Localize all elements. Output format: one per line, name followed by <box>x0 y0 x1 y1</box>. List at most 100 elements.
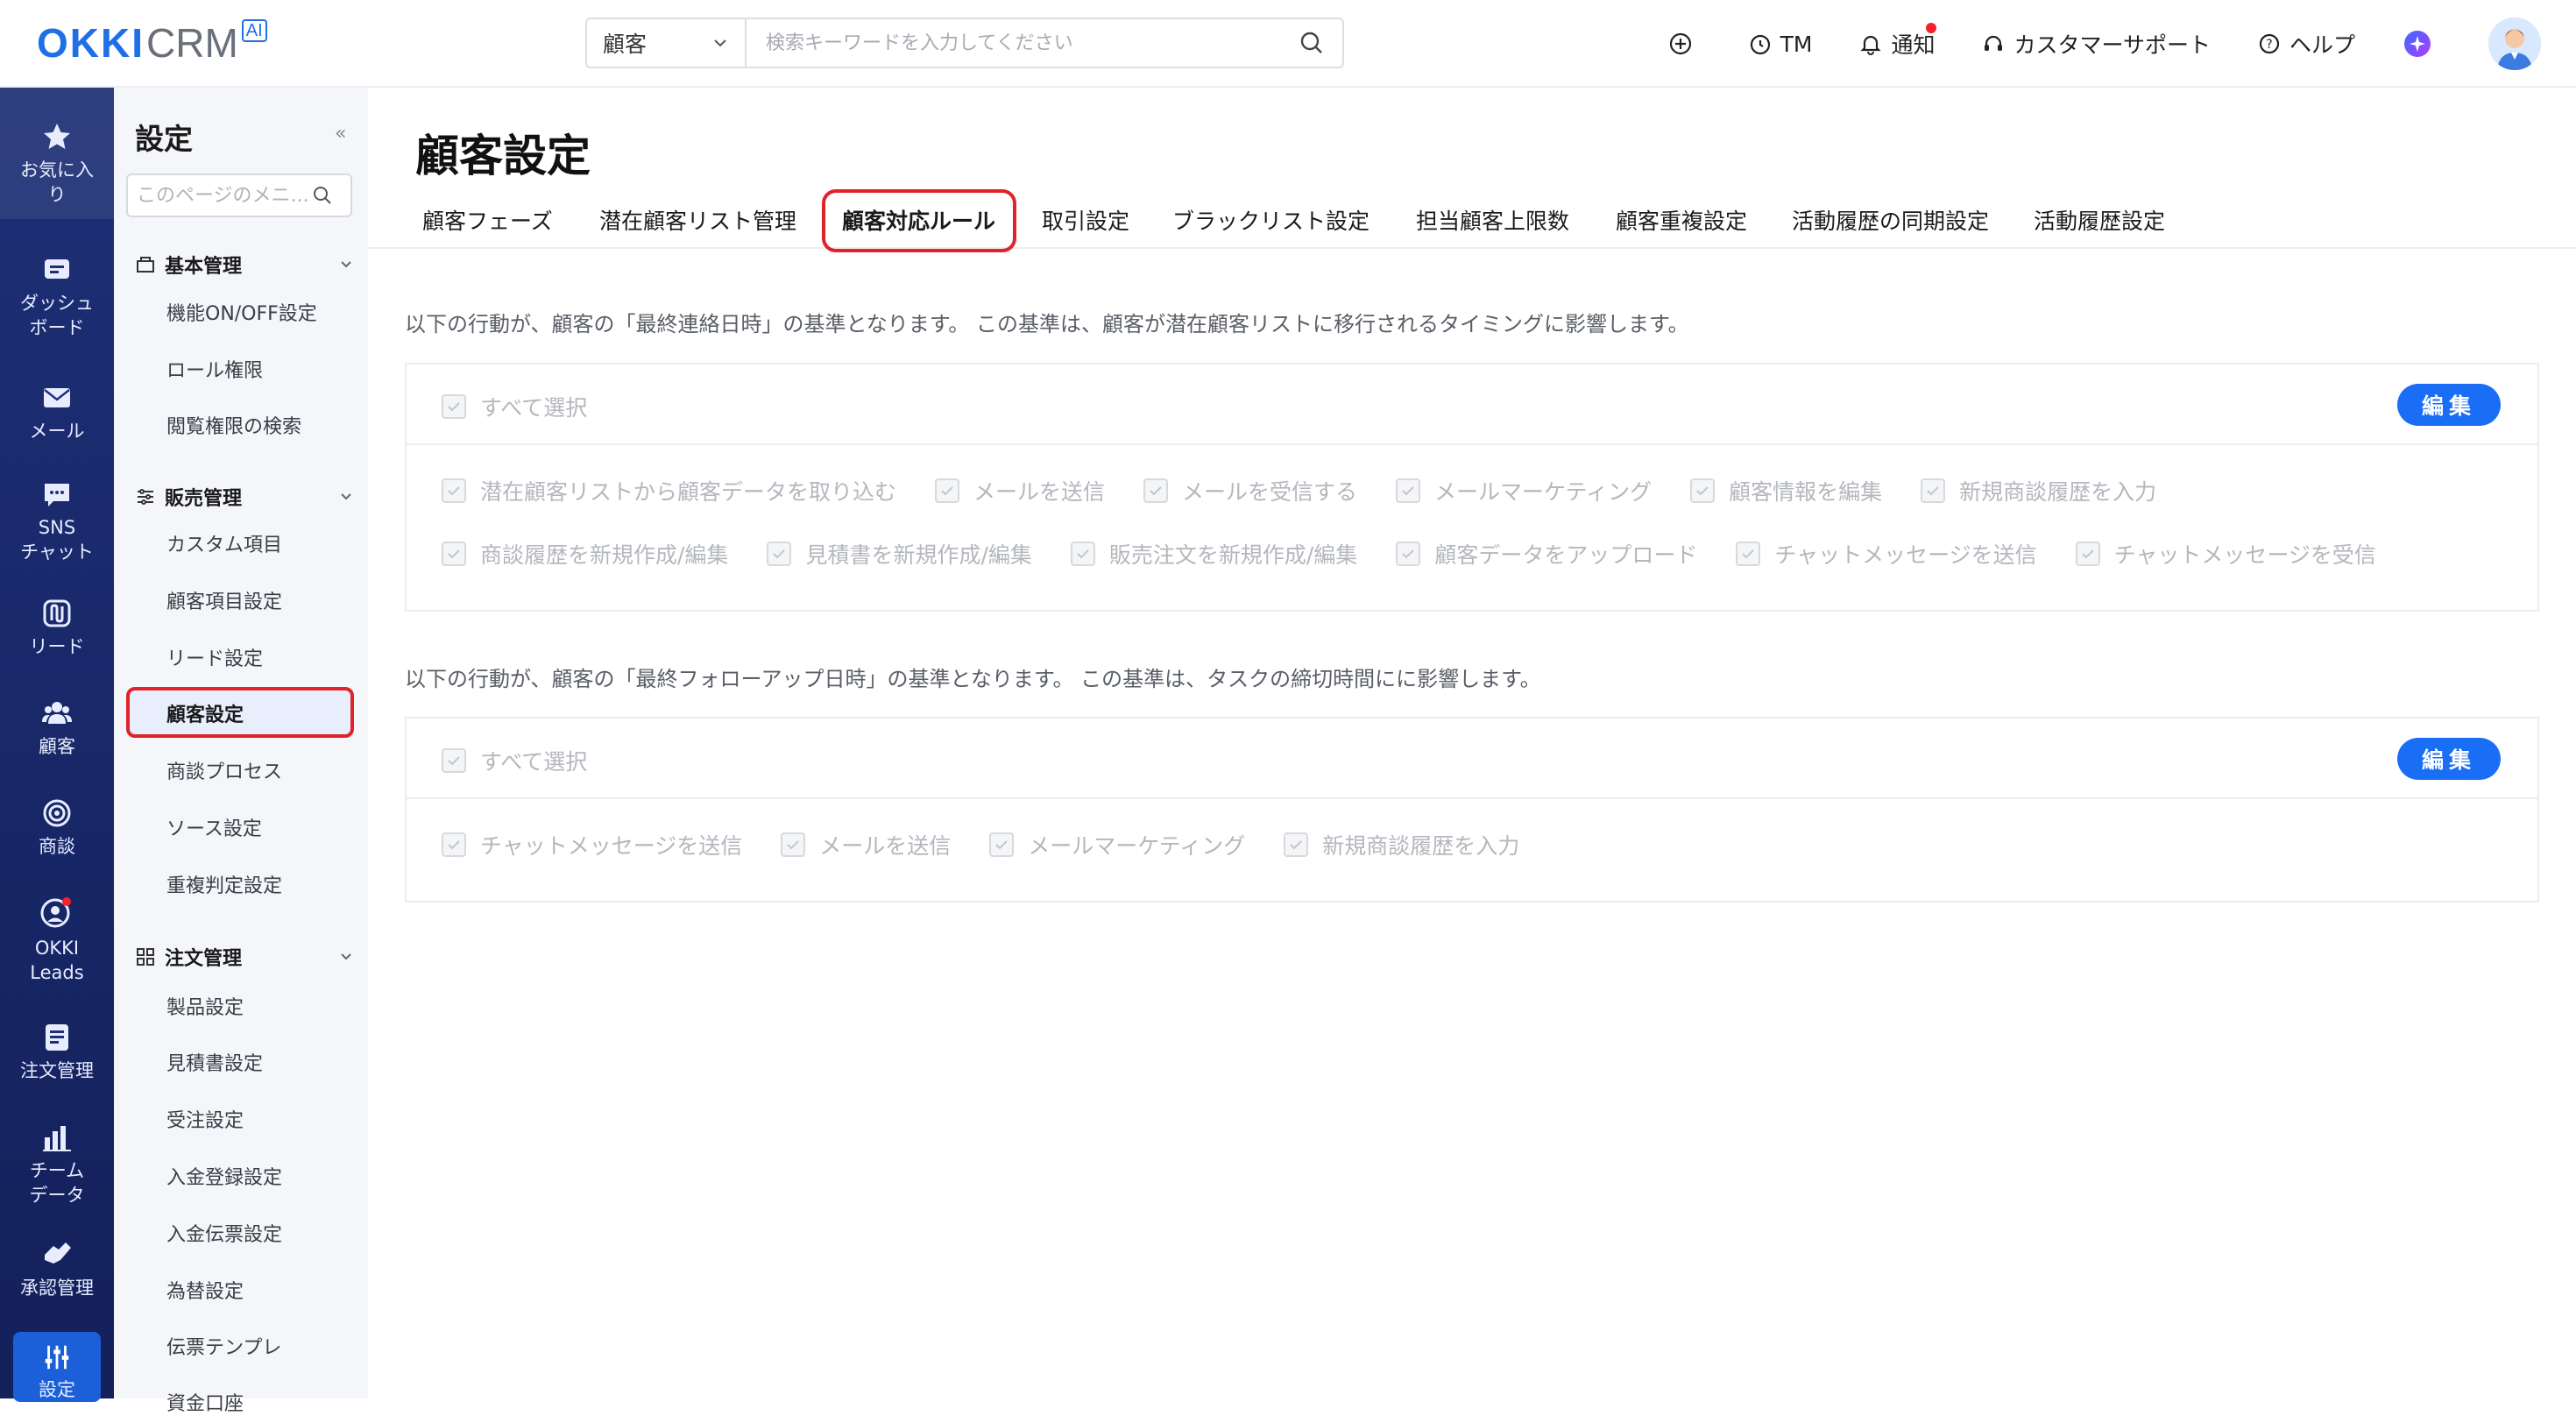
collapse-sidebar-icon[interactable]: « <box>335 123 346 145</box>
search-input[interactable] <box>747 19 1281 67</box>
sidebar-item-lead-settings[interactable]: リード設定 <box>166 643 263 671</box>
ai-assistant-button[interactable] <box>2403 29 2441 59</box>
section2-select-all-label: すべて選択 <box>480 749 588 775</box>
add-button[interactable] <box>1668 32 1702 56</box>
tab-customer-rules[interactable]: 顧客対応ルール <box>842 191 995 249</box>
sidebar-item-customer-settings[interactable]: 顧客設定 <box>166 699 244 727</box>
tab-customer-phase[interactable]: 顧客フェーズ <box>422 191 553 249</box>
nav-leads-label: リード <box>29 636 85 657</box>
sidebar-group-orders[interactable]: 注文管理 <box>135 943 354 971</box>
sidebar-item-role-permissions[interactable]: ロール権限 <box>166 355 263 383</box>
search-button[interactable] <box>1281 19 1342 67</box>
checkbox-edit-customer[interactable]: 顧客情報を編集 <box>1690 475 1882 506</box>
okki-crm-logo[interactable]: OKKI CRM AI <box>37 19 267 68</box>
sidebar-item-source-settings[interactable]: ソース設定 <box>166 813 262 841</box>
checkbox-quote-edit[interactable]: 見積書を新規作成/編集 <box>767 538 1032 570</box>
left-nav: お気に入 り ダッシュ ボード メール SNS チャット リード 顧客 商談 O… <box>0 88 114 1402</box>
checkbox-mail-marketing[interactable]: メールマーケティング <box>989 829 1245 860</box>
checkbox-disabled <box>442 542 466 566</box>
sidebar-item-slip-template[interactable]: 伝票テンプレ <box>166 1332 281 1360</box>
checkbox-deal-history-edit[interactable]: 商談履歴を新規作成/編集 <box>442 538 728 570</box>
checkbox-send-mail[interactable]: メールを送信 <box>935 475 1105 506</box>
checkbox-label: 潜在顧客リストから顧客データを取り込む <box>480 479 897 505</box>
section2-panel: すべて選択 編集 チャットメッセージを送信 メールを送信 メールマーケティング … <box>405 717 2539 903</box>
sidebar-item-custom-fields[interactable]: カスタム項目 <box>166 529 282 557</box>
notification-button[interactable]: 通知 <box>1859 23 1937 60</box>
nav-okki-leads[interactable]: OKKI Leads <box>0 896 114 985</box>
sidebar-item-duplicate-check[interactable]: 重複判定設定 <box>166 870 282 898</box>
nav-mail[interactable]: メール <box>0 382 114 443</box>
checkbox-label: 見積書を新規作成/編集 <box>805 542 1032 568</box>
nav-leads[interactable]: リード <box>0 598 114 659</box>
section1-description: 以下の行動が、顧客の「最終連絡日時」の基準となります。 この基準は、顧客が潜在顧… <box>405 312 1689 336</box>
checkbox-upload-customer[interactable]: 顧客データをアップロード <box>1396 538 1697 570</box>
sidebar-item-feature-toggle[interactable]: 機能ON/OFF設定 <box>166 298 317 326</box>
section1-edit-button[interactable]: 編集 <box>2397 384 2501 426</box>
checkbox-send-chat[interactable]: チャットメッセージを送信 <box>1736 538 2037 570</box>
logo-okki-text: OKKI <box>37 20 145 66</box>
checkbox-new-deal-history[interactable]: 新規商談履歴を入力 <box>1284 829 1519 860</box>
checkbox-new-deal-history[interactable]: 新規商談履歴を入力 <box>1921 475 2156 506</box>
checkbox-label: 商談履歴を新規作成/編集 <box>480 542 729 568</box>
nav-team-data[interactable]: チーム データ <box>0 1122 114 1207</box>
sidebar-item-quote-settings[interactable]: 見積書設定 <box>166 1048 263 1076</box>
nav-approval[interactable]: 承認管理 <box>0 1239 114 1300</box>
sidebar-item-order-settings[interactable]: 受注設定 <box>166 1105 244 1133</box>
checkbox-disabled <box>1284 832 1309 857</box>
section2-select-all[interactable]: すべて選択 <box>442 745 587 776</box>
sidebar-item-customer-fields[interactable]: 顧客項目設定 <box>166 586 282 614</box>
support-button[interactable]: カスタマーサポート <box>1982 28 2211 60</box>
chevron-down-icon <box>341 493 351 500</box>
checkbox-receive-mail[interactable]: メールを受信する <box>1143 475 1357 506</box>
sidebar-search-input[interactable] <box>137 184 312 207</box>
checkbox-mail-marketing[interactable]: メールマーケティング <box>1396 475 1652 506</box>
tab-transaction-settings[interactable]: 取引設定 <box>1042 191 1129 249</box>
sidebar-item-payment-slip[interactable]: 入金伝票設定 <box>166 1219 282 1247</box>
chart-icon <box>43 1126 71 1151</box>
checkbox-receive-chat[interactable]: チャットメッセージを受信 <box>2075 538 2376 570</box>
search-icon <box>1300 32 1322 53</box>
nav-deals[interactable]: 商談 <box>0 797 114 859</box>
section1-select-all[interactable]: すべて選択 <box>442 391 587 422</box>
sidebar-item-exchange-rate[interactable]: 為替設定 <box>166 1276 244 1304</box>
sliders-icon <box>138 489 153 505</box>
checkbox-label: メールマーケティング <box>1434 479 1652 505</box>
tm-button[interactable]: TM <box>1749 32 1812 57</box>
checkbox-sales-order-edit[interactable]: 販売注文を新規作成/編集 <box>1070 538 1357 570</box>
nav-customers[interactable]: 顧客 <box>0 697 114 759</box>
checkbox-import-potential[interactable]: 潜在顧客リストから顧客データを取り込む <box>442 475 896 506</box>
tab-activity-settings[interactable]: 活動履歴設定 <box>2034 191 2165 249</box>
nav-dashboard[interactable]: ダッシュ ボード <box>0 254 114 340</box>
help-button[interactable]: ? ヘルプ <box>2258 28 2355 60</box>
section1-row2: 商談履歴を新規作成/編集 見積書を新規作成/編集 販売注文を新規作成/編集 顧客… <box>442 538 2415 570</box>
sidebar-item-payment-registration[interactable]: 入金登録設定 <box>166 1162 282 1190</box>
section1-header: すべて選択 編集 <box>407 365 2537 445</box>
tab-potential-list[interactable]: 潜在顧客リスト管理 <box>599 191 796 249</box>
nav-favorites[interactable]: お気に入 り <box>0 88 114 219</box>
checkbox-label: 顧客情報を編集 <box>1729 479 1883 505</box>
sidebar-item-deal-process[interactable]: 商談プロセス <box>166 756 282 784</box>
checkbox-disabled <box>442 478 466 503</box>
nav-sns-chat[interactable]: SNS チャット <box>0 478 114 564</box>
sidebar-item-product-settings[interactable]: 製品設定 <box>166 992 244 1020</box>
sidebar-item-fund-account[interactable]: 資金口座 <box>166 1388 244 1416</box>
search-icon[interactable] <box>312 185 333 206</box>
nav-settings[interactable]: 設定 <box>13 1332 101 1402</box>
section2-edit-button[interactable]: 編集 <box>2397 738 2501 780</box>
sidebar-group-orders-label: 注文管理 <box>165 948 243 970</box>
tab-duplicate-settings[interactable]: 顧客重複設定 <box>1616 191 1747 249</box>
checkbox-send-mail[interactable]: メールを送信 <box>781 829 951 860</box>
sidebar-group-sales[interactable]: 販売管理 <box>135 483 354 511</box>
tab-blacklist-settings[interactable]: ブラックリスト設定 <box>1172 191 1369 249</box>
sidebar-group-basic[interactable]: 基本管理 <box>135 251 354 279</box>
user-avatar[interactable] <box>2488 18 2541 70</box>
search-type-select[interactable]: 顧客 <box>587 19 747 67</box>
tab-activity-sync[interactable]: 活動履歴の同期設定 <box>1792 191 1989 249</box>
checkbox-send-chat[interactable]: チャットメッセージを送信 <box>442 829 742 860</box>
checkbox-disabled <box>989 832 1015 857</box>
sidebar-item-view-permission-search[interactable]: 閲覧権限の検索 <box>166 411 301 439</box>
tab-customer-limit[interactable]: 担当顧客上限数 <box>1416 191 1569 249</box>
bell-icon <box>1860 35 1882 55</box>
checkbox-label: メールマーケティング <box>1028 833 1246 859</box>
nav-orders[interactable]: 注文管理 <box>0 1022 114 1083</box>
